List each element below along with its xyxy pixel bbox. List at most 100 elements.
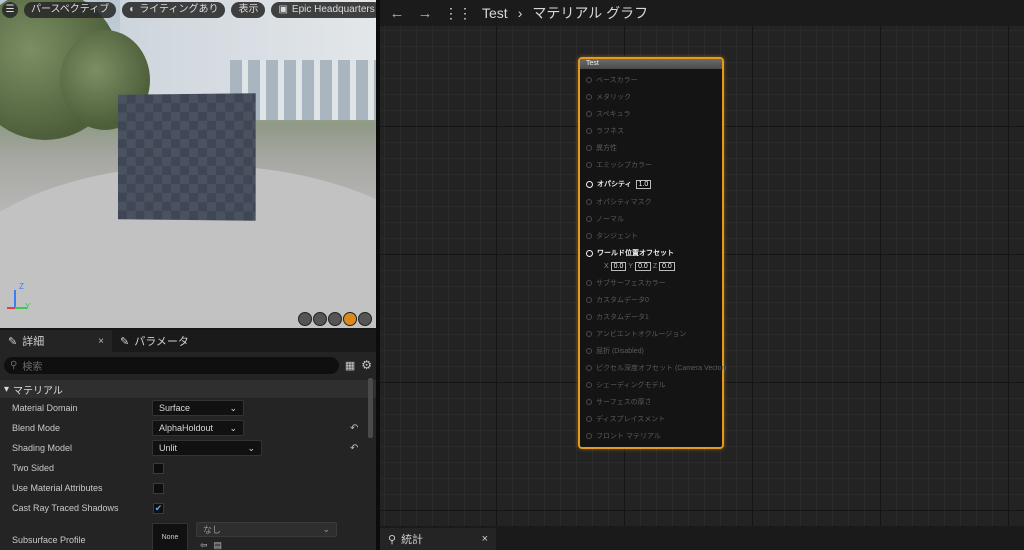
material-domain-select[interactable]: Surface ⌄	[152, 400, 244, 416]
prop-material-domain: Material Domain Surface ⌄	[0, 398, 366, 418]
plane-preview-button[interactable]	[328, 312, 342, 326]
table-view-icon[interactable]: ▦	[345, 359, 355, 372]
vector-y-input[interactable]: 0.0	[635, 262, 651, 271]
pin-connector-icon[interactable]	[586, 416, 592, 422]
use-material-attributes-checkbox[interactable]	[153, 482, 164, 494]
shading-model-select[interactable]: Unlit ⌄	[152, 440, 262, 456]
pin-connector-icon[interactable]	[586, 297, 592, 303]
chevron-down-icon: ⌄	[229, 422, 237, 433]
pin-connector-icon[interactable]	[586, 280, 592, 286]
material-result-node[interactable]: Test ベースカラー メタリック スペキュラ ラフネス 異方性 エミッシブカラー オパシテ…	[578, 57, 726, 449]
gear-icon[interactable]: ⚙	[361, 358, 372, 372]
pencil-icon: ✎	[120, 335, 130, 348]
prop-two-sided: Two Sided	[0, 458, 366, 478]
cube-preview-button[interactable]	[343, 312, 357, 326]
node-pin[interactable]: エミッシブカラー	[586, 160, 652, 170]
sphere-preview-button[interactable]	[313, 312, 327, 326]
vector-z-input[interactable]: 0.0	[659, 262, 675, 271]
breadcrumb-current[interactable]: マテリアル グラフ	[532, 3, 648, 23]
pin-label: タンジェント	[596, 233, 638, 240]
pin-connector-icon[interactable]	[586, 314, 592, 320]
subsurface-profile-select[interactable]: なし ⌄	[196, 522, 337, 537]
node-pin[interactable]: タンジェント	[586, 231, 638, 241]
node-pin[interactable]: ディスプレイスメント	[586, 414, 665, 424]
node-pin[interactable]: ノーマル	[586, 214, 624, 224]
pin-connector-icon[interactable]	[586, 145, 592, 151]
forward-arrow-icon[interactable]: →	[416, 5, 434, 22]
graph-header: ← → ⋮⋮ Test › マテリアル グラフ	[380, 0, 1024, 26]
node-pin[interactable]: スペキュラ	[586, 109, 631, 119]
pin-connector-icon[interactable]	[586, 348, 592, 354]
node-pin[interactable]: 異方性	[586, 143, 617, 153]
show-button[interactable]: 表示	[231, 2, 266, 18]
pin-connector-icon[interactable]	[586, 77, 592, 83]
pin-connector-icon[interactable]	[586, 216, 592, 222]
node-pin[interactable]: サブサーフェスカラー	[586, 278, 666, 288]
reset-icon[interactable]: ↶	[350, 443, 358, 454]
mesh-preview-button[interactable]	[358, 312, 372, 326]
pin-connector-icon[interactable]	[586, 162, 592, 168]
axis-z-label: Z	[19, 282, 24, 291]
pin-connector-icon[interactable]	[586, 233, 592, 239]
pin-value-input[interactable]: 1.0	[635, 179, 652, 189]
viewport[interactable]: ☰ パースペクティブ ◐ ライティングあり 表示 ▣ Epic Headquarte…	[0, 0, 376, 328]
tab-parameters[interactable]: ✎ パラメータ	[112, 330, 197, 352]
use-asset-icon[interactable]: ⇦	[200, 540, 208, 550]
pin-connector-icon[interactable]	[586, 433, 592, 439]
preview-mesh	[117, 93, 256, 221]
lighting-button[interactable]: ◐ ライティングあり	[122, 2, 226, 18]
node-pin[interactable]: ベースカラー	[586, 75, 638, 85]
pin-connector-icon[interactable]	[586, 399, 592, 405]
pin-label: ピクセル深度オフセット (Camera Vector)	[596, 365, 727, 372]
node-pin[interactable]: ピクセル深度オフセット (Camera Vector)	[586, 363, 726, 373]
reset-icon[interactable]: ↶	[350, 423, 358, 434]
node-pin[interactable]: メタリック	[586, 92, 631, 102]
vector-z-label: Z	[652, 263, 658, 270]
back-arrow-icon[interactable]: ←	[388, 5, 406, 22]
vector-x-input[interactable]: 0.0	[610, 262, 627, 271]
close-icon[interactable]: ×	[482, 533, 488, 545]
cast-ray-traced-shadows-checkbox[interactable]: ✔	[153, 502, 164, 514]
pin-connector-icon[interactable]	[586, 249, 593, 257]
pin-label: ディスプレイスメント	[596, 416, 666, 423]
perspective-button[interactable]: パースペクティブ	[24, 2, 117, 18]
tab-details[interactable]: ✎ 詳細 ×	[0, 330, 112, 352]
node-pin[interactable]: オパシティマスク	[586, 197, 652, 207]
scrollbar[interactable]	[368, 378, 373, 438]
pin-connector-icon[interactable]	[586, 111, 592, 117]
pin-connector-icon[interactable]	[586, 128, 592, 134]
chevron-down-icon: ⌄	[229, 402, 237, 413]
node-pin[interactable]: カスタムデータ1	[586, 312, 649, 322]
subsurface-thumbnail[interactable]: None	[152, 523, 188, 550]
node-pin[interactable]: シェーディングモデル	[586, 380, 666, 390]
pin-connector-icon[interactable]	[586, 199, 592, 205]
cylinder-preview-button[interactable]	[298, 312, 312, 326]
node-pin[interactable]: オパシティ 1.0	[586, 179, 652, 189]
node-pin[interactable]: カスタムデータ0	[586, 295, 649, 305]
node-pin[interactable]: フロント マテリアル	[586, 431, 661, 441]
browse-icon[interactable]: ▤	[214, 540, 223, 550]
node-pin[interactable]: ワールド位置オフセット	[586, 248, 674, 258]
pin-connector-icon[interactable]	[586, 331, 592, 337]
node-pin[interactable]: ラフネス	[586, 126, 624, 136]
breadcrumb-root[interactable]: Test	[482, 5, 508, 21]
pin-label: アンビエントオクルージョン	[596, 331, 687, 338]
node-pin[interactable]: アンビエントオクルージョン	[586, 329, 686, 339]
node-pin[interactable]: サーフェスの厚さ	[586, 397, 652, 407]
pin-label: カスタムデータ0	[596, 297, 649, 304]
pin-connector-icon[interactable]	[586, 94, 592, 100]
pin-connector-icon[interactable]	[586, 382, 592, 388]
close-icon[interactable]: ×	[98, 336, 104, 347]
pin-connector-icon[interactable]	[586, 365, 592, 371]
pencil-icon: ✎	[8, 335, 18, 348]
search-icon: ⚲	[10, 359, 18, 371]
tab-stats[interactable]: ⚲ 統計 ×	[380, 528, 496, 550]
hamburger-icon[interactable]: ☰	[2, 2, 18, 18]
node-pin[interactable]: 屈折 (Disabled)	[586, 346, 644, 356]
category-material[interactable]: ▾ マテリアル	[0, 380, 376, 398]
pin-connector-icon[interactable]	[586, 180, 593, 188]
two-sided-checkbox[interactable]	[153, 462, 164, 474]
blend-mode-select[interactable]: AlphaHoldout ⌄	[152, 420, 244, 436]
search-input[interactable]: ⚲ 検索	[4, 356, 339, 374]
scene-button[interactable]: ▣ Epic Headquarters	[271, 2, 376, 18]
